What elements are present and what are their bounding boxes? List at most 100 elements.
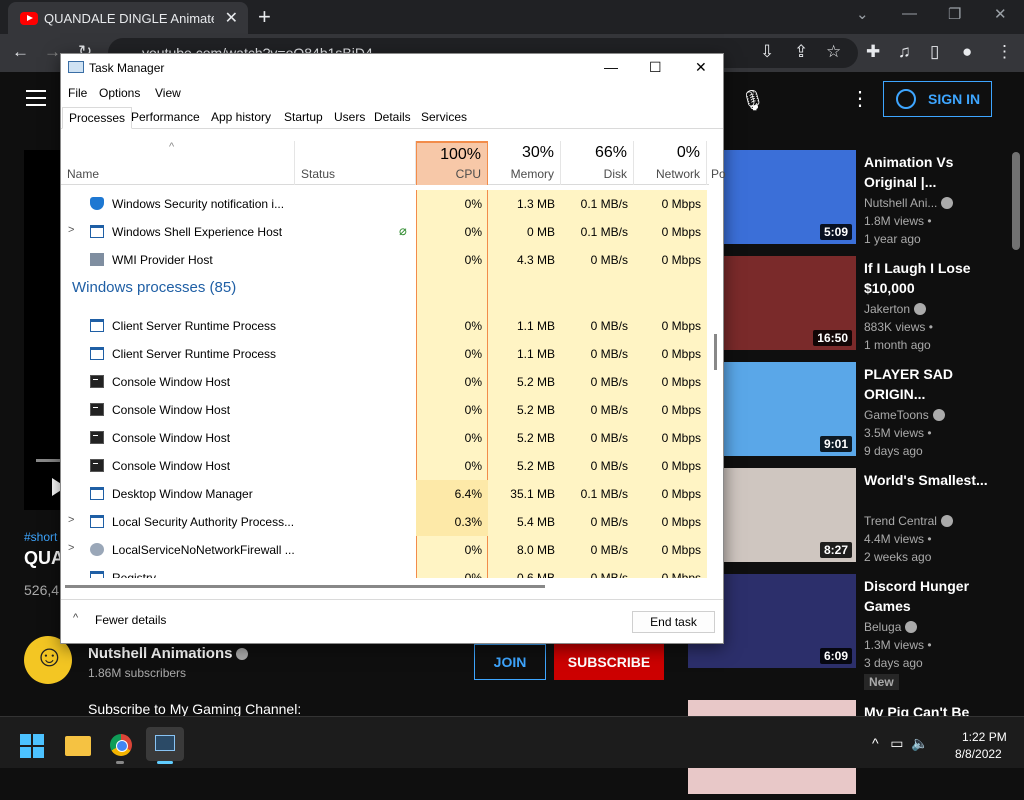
recommended-title[interactable]: Animation Vs Original |... — [864, 152, 994, 192]
forward-icon[interactable]: → — [44, 42, 61, 62]
recommended-video[interactable]: 6:09 Discord Hunger Games Beluga 1.3M views… — [688, 574, 1008, 690]
maximize-icon[interactable]: ☐ — [649, 59, 662, 76]
tab-services[interactable]: Services — [415, 107, 473, 129]
process-row[interactable]: > Local Security Authority Process... 0.3%… — [61, 508, 709, 536]
tab-details[interactable]: Details — [368, 107, 417, 129]
process-disk: 0 MB/s — [590, 375, 628, 389]
recommended-views: 3.5M views • — [864, 426, 932, 440]
video-duration: 6:09 — [819, 648, 852, 664]
tab-performance[interactable]: Performance — [125, 107, 206, 129]
process-cpu: 6.4% — [454, 487, 482, 501]
column-disk-header[interactable]: 66% Disk — [561, 141, 634, 185]
windows-taskbar: ^ ▭ 🔈 1:22 PM 8/8/2022 — [0, 716, 1024, 768]
process-mem: 1.3 MB — [516, 197, 555, 211]
share-icon[interactable]: ⇪ — [794, 42, 808, 62]
task-manager-taskbar-button[interactable] — [146, 727, 184, 761]
back-icon[interactable]: ← — [12, 42, 29, 62]
clock-date[interactable]: 8/8/2022 — [955, 747, 1002, 761]
video-description: Subscribe to My Gaming Channel: — [88, 701, 302, 717]
process-net: 0 Mbps — [661, 431, 701, 445]
voice-search-icon[interactable]: 🎙 — [740, 88, 765, 113]
tab-processes[interactable]: Processes — [62, 107, 133, 129]
process-name: Client Server Runtime Process — [112, 319, 277, 333]
sign-in-button[interactable]: SIGN IN — [883, 81, 992, 117]
process-row[interactable]: Registry 0% 0.6 MB 0 MB/s 0 Mbps — [61, 564, 709, 578]
recommended-title[interactable]: Discord Hunger Games — [864, 576, 994, 616]
subscribe-button[interactable]: SUBSCRIBE — [554, 644, 664, 680]
column-cpu-header[interactable]: 100% CPU — [416, 141, 488, 185]
recommended-video[interactable]: 9:01 PLAYER SAD ORIGIN... GameToons 3.5M vi… — [688, 362, 1008, 462]
tab-startup[interactable]: Startup — [278, 107, 329, 129]
minimize-window-icon[interactable]: — — [902, 5, 917, 22]
process-row[interactable]: Console Window Host 0% 5.2 MB 0 MB/s 0 Mbps — [61, 368, 709, 396]
side-panel-icon[interactable]: ▯ — [930, 42, 939, 62]
expand-chevron-icon[interactable]: > — [68, 224, 74, 236]
close-window-icon[interactable]: ✕ — [994, 5, 1007, 23]
clock-time[interactable]: 1:22 PM — [962, 730, 1007, 744]
column-status-header[interactable]: Status — [295, 141, 416, 185]
group-header-windows-processes[interactable]: Windows processes (85) — [61, 274, 709, 312]
column-name-header[interactable]: Name — [61, 141, 295, 185]
display-icon[interactable]: ▭ — [890, 735, 903, 751]
restore-window-icon[interactable]: ❐ — [948, 5, 961, 23]
tab-title: QUANDALE DINGLE Animated - Y — [44, 11, 214, 26]
process-row[interactable]: WMI Provider Host 0% 4.3 MB 0 MB/s 0 Mbps — [61, 246, 709, 274]
vertical-scrollbar[interactable] — [714, 334, 717, 370]
page-scrollbar[interactable] — [1012, 152, 1020, 250]
channel-name[interactable]: Nutshell Animations — [88, 645, 249, 662]
column-network-header[interactable]: 0% Network — [634, 141, 707, 185]
file-explorer-icon[interactable] — [65, 736, 91, 756]
new-tab-icon[interactable]: + — [258, 4, 271, 30]
process-row[interactable]: > Windows Shell Experience Host ⌀ 0% 0 MB 0.1… — [61, 218, 709, 246]
menu-options[interactable]: Options — [99, 86, 140, 100]
chevron-up-icon[interactable]: ^ — [872, 735, 879, 751]
process-row[interactable]: Console Window Host 0% 5.2 MB 0 MB/s 0 Mbps — [61, 452, 709, 480]
process-cpu: 0% — [464, 347, 482, 361]
install-icon[interactable]: ⇩ — [760, 42, 774, 62]
volume-icon[interactable]: 🔈 — [911, 735, 928, 751]
browser-menu-icon[interactable]: ⋮ — [996, 42, 1013, 62]
end-task-button[interactable]: End task — [632, 611, 715, 633]
join-button[interactable]: JOIN — [474, 644, 546, 680]
settings-more-icon[interactable]: ⋮ — [850, 86, 870, 111]
profile-icon[interactable]: ● — [962, 42, 972, 62]
menu-file[interactable]: File — [68, 86, 87, 100]
tab-search-icon[interactable]: ⌄ — [856, 5, 869, 23]
expand-chevron-icon[interactable]: > — [68, 514, 74, 526]
process-row[interactable]: Client Server Runtime Process 0% 1.1 MB 0 M… — [61, 340, 709, 368]
tab-users[interactable]: Users — [328, 107, 371, 129]
chevron-up-icon[interactable]: ^ — [73, 612, 78, 624]
system-tray[interactable]: ^ ▭ 🔈 — [872, 735, 929, 752]
recommended-video[interactable]: 8:27 World's Smallest... Trend Central 4.4M… — [688, 468, 1008, 568]
column-memory-header[interactable]: 30% Memory — [488, 141, 561, 185]
column-power-header[interactable]: Po — [707, 141, 726, 185]
chrome-icon[interactable] — [110, 734, 132, 756]
process-row[interactable]: > LocalServiceNoNetworkFirewall ... 0% 8.0 … — [61, 536, 709, 564]
horizontal-scrollbar[interactable] — [65, 585, 545, 588]
menu-view[interactable]: View — [155, 86, 181, 100]
recommended-title[interactable]: PLAYER SAD ORIGIN... — [864, 364, 994, 404]
tab-app-history[interactable]: App history — [205, 107, 277, 129]
media-controls-icon[interactable]: ♫ — [898, 42, 911, 62]
process-row[interactable]: Desktop Window Manager 6.4% 35.1 MB 0.1 MB/… — [61, 480, 709, 508]
close-tab-icon[interactable]: ✕ — [225, 8, 238, 28]
process-row[interactable]: Client Server Runtime Process 0% 1.1 MB 0 M… — [61, 312, 709, 340]
bookmark-star-icon[interactable]: ☆ — [826, 42, 841, 62]
recommended-video[interactable]: 5:09 Animation Vs Original |... Nutshell A… — [688, 150, 1008, 250]
recommended-video[interactable]: 16:50 If I Laugh I Lose $10,000 Jakerton 88… — [688, 256, 1008, 356]
expand-chevron-icon[interactable]: > — [68, 542, 74, 554]
close-icon[interactable]: ✕ — [695, 59, 707, 76]
recommended-title[interactable]: World's Smallest... — [864, 470, 994, 490]
video-hashtag[interactable]: #short — [24, 530, 57, 544]
guide-menu-icon[interactable] — [26, 90, 46, 111]
extensions-icon[interactable]: ✚ — [866, 42, 880, 62]
minimize-icon[interactable]: — — [604, 59, 618, 75]
fewer-details-link[interactable]: Fewer details — [95, 613, 166, 627]
window-title: Task Manager — [89, 61, 165, 75]
browser-tab[interactable]: QUANDALE DINGLE Animated - Y ✕ — [8, 2, 248, 34]
process-row[interactable]: Console Window Host 0% 5.2 MB 0 MB/s 0 Mbps — [61, 424, 709, 452]
process-row[interactable]: Console Window Host 0% 5.2 MB 0 MB/s 0 Mbps — [61, 396, 709, 424]
process-row[interactable]: Windows Security notification i... 0% 1.3 … — [61, 190, 709, 218]
start-button[interactable] — [20, 734, 44, 758]
recommended-title[interactable]: If I Laugh I Lose $10,000 — [864, 258, 994, 298]
